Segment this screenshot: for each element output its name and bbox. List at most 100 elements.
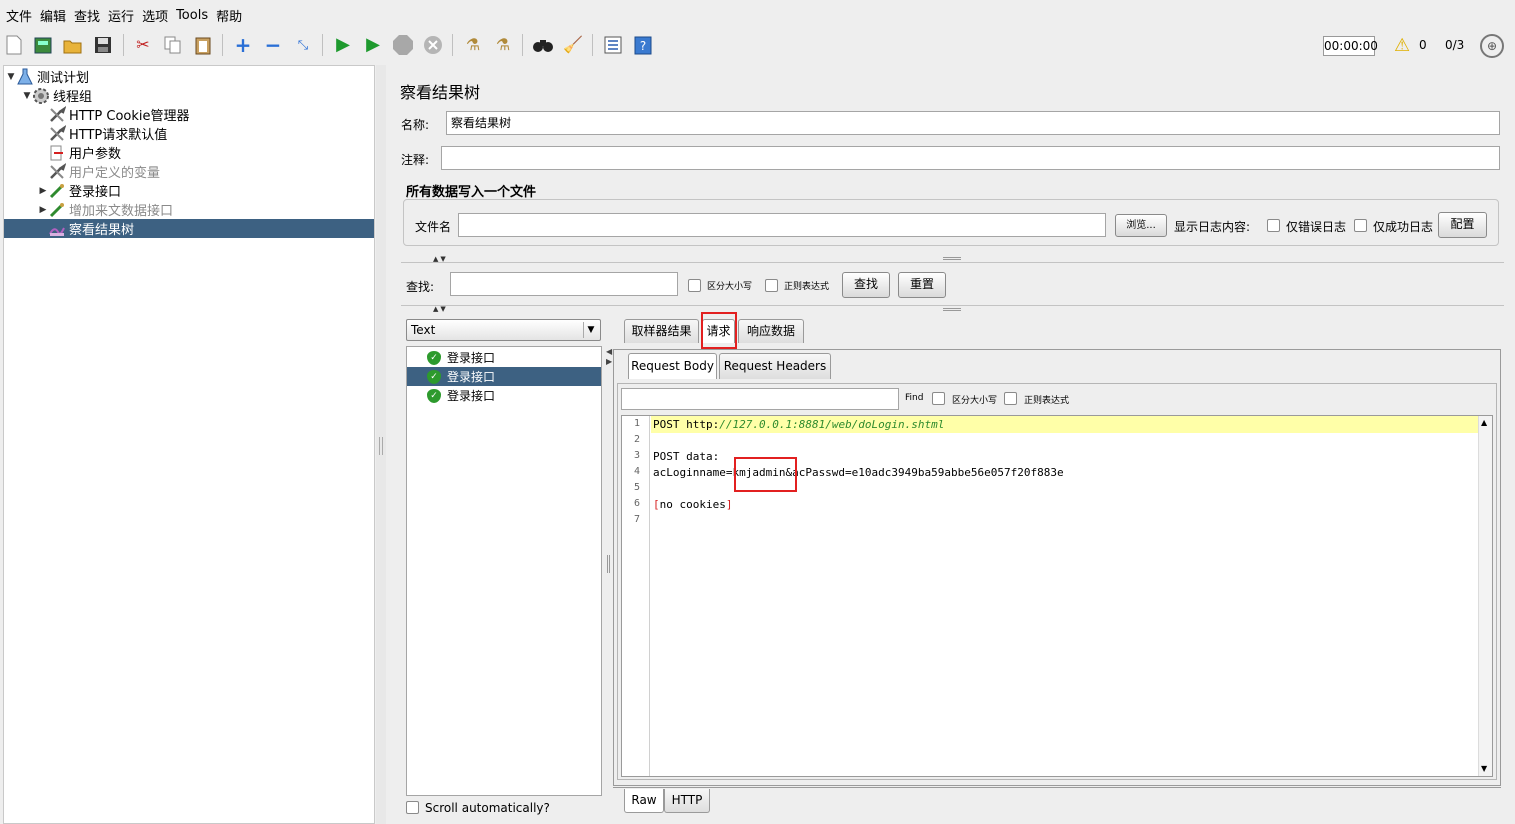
tree-node-label: HTTP Cookie管理器 xyxy=(69,109,190,124)
split-grip[interactable] xyxy=(607,555,610,573)
tree-node[interactable]: 用户定义的变量 xyxy=(4,162,374,181)
menu-search[interactable]: 查找 xyxy=(74,6,100,25)
find-button[interactable]: 查找 xyxy=(842,272,890,298)
tree-node[interactable]: 用户参数 xyxy=(4,143,374,162)
clear-icon[interactable]: ⚗ xyxy=(462,34,484,56)
collapse-arrows-icon[interactable]: ▲▼ xyxy=(433,305,448,313)
menu-run[interactable]: 运行 xyxy=(108,6,134,25)
tab-request-headers[interactable]: Request Headers xyxy=(719,353,831,379)
tab-request-body[interactable]: Request Body xyxy=(628,353,717,379)
tree-node-label: 用户定义的变量 xyxy=(69,166,161,181)
collapse-icon[interactable]: − xyxy=(262,34,284,56)
tab-http[interactable]: HTTP xyxy=(664,789,710,813)
result-item[interactable]: ✓ 登录接口 xyxy=(407,386,601,405)
expanded-toggle-icon[interactable]: ▼ xyxy=(22,91,32,101)
split-grip[interactable] xyxy=(943,308,961,311)
help-icon[interactable]: ? xyxy=(632,34,654,56)
reset-button[interactable]: 重置 xyxy=(898,272,946,298)
browse-button[interactable]: 浏览... xyxy=(1115,214,1167,237)
case-sensitive-checkbox[interactable] xyxy=(688,279,701,292)
templates-icon[interactable] xyxy=(32,34,54,56)
menu-help[interactable]: 帮助 xyxy=(216,6,242,25)
find-input[interactable] xyxy=(621,388,899,410)
test-plan-tree: ▼ 测试计划 ▼ 线程组 HTTP Cookie管理器 HTTP请求默认值 用户参数用户定义… xyxy=(3,65,375,824)
splitter-grip[interactable] xyxy=(379,437,383,455)
tree-node[interactable]: HTTP请求默认值 xyxy=(4,124,374,143)
tree-node-label: 登录接口 xyxy=(69,185,122,200)
menu-tools[interactable]: Tools xyxy=(176,8,208,23)
wrench-icon xyxy=(48,124,66,143)
new-icon[interactable] xyxy=(3,34,25,56)
main-splitter[interactable] xyxy=(376,65,386,824)
filename-field[interactable] xyxy=(458,213,1106,237)
request-method: POST http: xyxy=(653,418,720,431)
start-no-pause-icon[interactable]: ▶ xyxy=(362,34,384,56)
warning-icon[interactable]: ⚠ xyxy=(1394,36,1410,56)
bracket-open: [ xyxy=(653,498,660,511)
scroll-up-icon[interactable]: ▲ xyxy=(1481,418,1487,427)
toolbar-separator xyxy=(522,34,523,56)
remote-status-icon[interactable]: ⊕ xyxy=(1480,34,1504,58)
line-number: 2 xyxy=(633,434,640,445)
paste-icon[interactable] xyxy=(192,34,214,56)
reset-search-icon[interactable]: 🧹 xyxy=(562,34,584,56)
stop-icon[interactable] xyxy=(392,34,414,56)
renderer-select[interactable]: Text ▼ xyxy=(406,319,601,341)
comment-field[interactable] xyxy=(441,146,1500,170)
tree-node[interactable]: ▼ 测试计划 xyxy=(4,67,374,86)
tree-node[interactable]: ▼ 线程组 xyxy=(4,86,374,105)
search-input[interactable] xyxy=(450,272,678,296)
tree-node[interactable]: ▶ 登录接口 xyxy=(4,181,374,200)
toolbar-separator xyxy=(222,34,223,56)
tree-node[interactable]: ▶ 增加来文数据接口 xyxy=(4,200,374,219)
result-item[interactable]: ✓ 登录接口 xyxy=(407,367,601,386)
success-shield-icon: ✓ xyxy=(427,350,441,365)
regex-label: 正则表达式 xyxy=(784,282,830,292)
menu-options[interactable]: 选项 xyxy=(142,6,168,25)
scroll-down-icon[interactable]: ▼ xyxy=(1481,764,1487,773)
tab-response-data[interactable]: 响应数据 xyxy=(738,319,804,343)
errors-only-checkbox[interactable] xyxy=(1267,219,1280,232)
copy-icon[interactable] xyxy=(162,34,184,56)
comment-label: 注释: xyxy=(401,153,430,167)
bracket-close: ] xyxy=(725,498,733,511)
split-arrows-icon[interactable]: ◀ ▶ xyxy=(606,347,612,367)
editor-scrollbar[interactable]: ▲ ▼ xyxy=(1478,416,1492,776)
scroll-auto-checkbox[interactable] xyxy=(406,801,419,814)
toolbar-separator xyxy=(123,34,124,56)
shutdown-icon[interactable] xyxy=(422,34,444,56)
split-grip[interactable] xyxy=(943,257,961,260)
function-helper-icon[interactable] xyxy=(602,34,624,56)
cut-icon[interactable]: ✂ xyxy=(132,34,154,56)
menu-file[interactable]: 文件 xyxy=(6,6,32,25)
file-section-title: 所有数据写入一个文件 xyxy=(406,185,537,200)
errors-only-label: 仅错误日志 xyxy=(1286,220,1347,234)
thread-group-icon xyxy=(32,87,50,105)
tree-node[interactable]: 察看结果树 xyxy=(4,219,374,238)
expanded-toggle-icon[interactable]: ▼ xyxy=(6,72,16,82)
tree-node[interactable]: HTTP Cookie管理器 xyxy=(4,105,374,124)
save-icon[interactable] xyxy=(92,34,114,56)
collapsed-toggle-icon[interactable]: ▶ xyxy=(38,205,48,215)
toggle-icon[interactable]: ⤡ xyxy=(292,34,314,56)
find-regex-checkbox[interactable] xyxy=(1004,392,1017,405)
search-icon[interactable] xyxy=(532,34,554,56)
configure-button[interactable]: 配置 xyxy=(1438,212,1487,238)
code-line-6: [no cookies] xyxy=(653,497,732,513)
start-icon[interactable]: ▶ xyxy=(332,34,354,56)
result-item[interactable]: ✓ 登录接口 xyxy=(407,348,601,367)
success-only-checkbox[interactable] xyxy=(1354,219,1367,232)
clear-all-icon[interactable]: ⚗ xyxy=(492,34,514,56)
collapsed-toggle-icon[interactable]: ▶ xyxy=(38,186,48,196)
tab-sampler-result[interactable]: 取样器结果 xyxy=(624,319,699,343)
wrench-icon xyxy=(48,105,66,124)
warning-count: 0 xyxy=(1419,38,1427,52)
menu-bar: 文件 编辑 查找 运行 选项 Tools 帮助 xyxy=(0,0,1515,30)
menu-edit[interactable]: 编辑 xyxy=(40,6,66,25)
tab-raw[interactable]: Raw xyxy=(624,789,664,813)
regex-checkbox[interactable] xyxy=(765,279,778,292)
expand-icon[interactable]: + xyxy=(232,34,254,56)
find-case-checkbox[interactable] xyxy=(932,392,945,405)
open-icon[interactable] xyxy=(62,34,84,56)
name-field[interactable]: 察看结果树 xyxy=(446,111,1500,135)
